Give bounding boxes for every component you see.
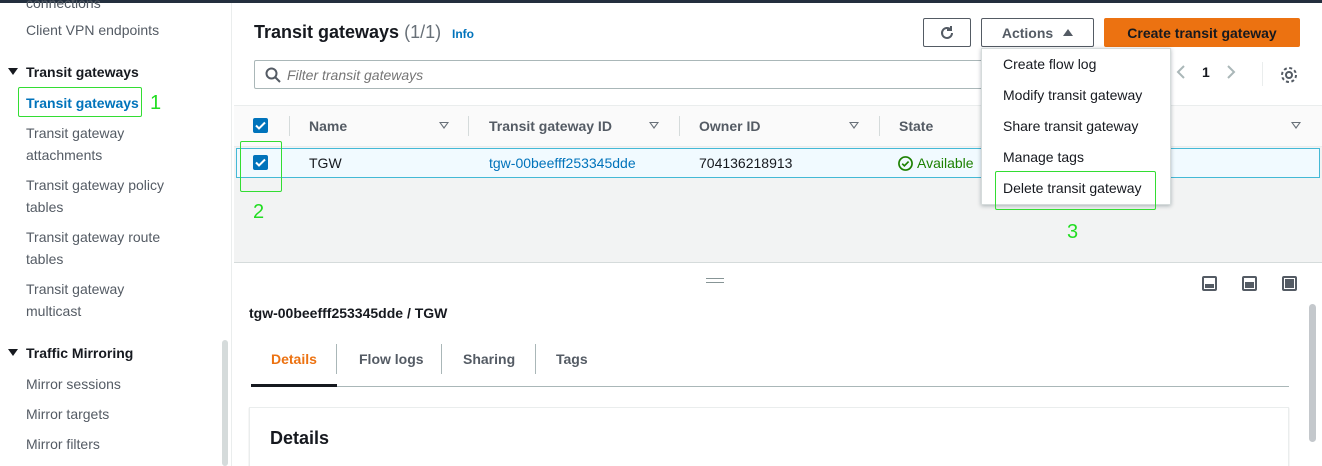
cell-state: Available: [898, 155, 974, 171]
sort-icon[interactable]: [439, 122, 449, 129]
page-number[interactable]: 1: [1202, 64, 1210, 80]
panel-bottom-icon[interactable]: [1202, 276, 1217, 291]
column-header-owner[interactable]: Owner ID: [699, 118, 760, 134]
actions-button[interactable]: Actions: [981, 18, 1094, 47]
create-transit-gateway-button[interactable]: Create transit gateway: [1104, 18, 1300, 47]
column-header-state[interactable]: State: [899, 118, 933, 134]
annotation-2: 2: [253, 201, 265, 223]
highlight-box-2: [240, 141, 282, 192]
chevron-right-icon[interactable]: [1226, 65, 1236, 79]
check-icon: [255, 121, 266, 130]
split-divider: [234, 262, 1322, 263]
actions-label: Actions: [1001, 24, 1054, 41]
filter-input[interactable]: [287, 66, 967, 84]
tab-sharing[interactable]: Sharing: [463, 351, 515, 367]
caret-up-icon: [1063, 29, 1074, 36]
tab-tags[interactable]: Tags: [556, 351, 588, 367]
sidebar-item-mirror-sessions[interactable]: Mirror sessions: [26, 373, 121, 395]
sidebar-item-label: Transit gateway policy: [26, 177, 164, 193]
collapse-triangle-icon: [8, 68, 18, 75]
sidebar-group-label: Transit gateways: [26, 64, 139, 80]
sidebar-item-connections[interactable]: connections: [26, 0, 101, 14]
page-title-text: Transit gateways: [254, 22, 400, 42]
state-label: Available: [917, 155, 974, 171]
search-icon: [265, 67, 281, 83]
sidebar-group-transit[interactable]: Transit gateways: [8, 62, 139, 82]
page-title: Transit gateways (1/1): [254, 22, 441, 43]
sidebar-group-label: Traffic Mirroring: [26, 345, 134, 361]
chevron-left-icon[interactable]: [1176, 65, 1186, 79]
sidebar-item-label: multicast: [26, 303, 82, 319]
cell-name: TGW: [309, 155, 342, 171]
resize-handle[interactable]: [706, 278, 724, 283]
check-circle-icon: [898, 155, 913, 171]
sidebar-item-tgw-policy-tables[interactable]: Transit gateway policy tables: [26, 174, 164, 218]
cell-gateway-id-link[interactable]: tgw-00beefff253345dde: [489, 155, 636, 171]
sort-icon[interactable]: [849, 122, 859, 129]
annotation-3: 3: [1067, 221, 1079, 243]
sidebar-item-label: Transit gateway route: [26, 229, 161, 245]
sidebar-item-label: attachments: [26, 147, 103, 163]
info-link[interactable]: Info: [452, 27, 474, 41]
tab-divider: [336, 344, 337, 374]
column-header-name[interactable]: Name: [309, 118, 347, 134]
menu-item-manage-tags[interactable]: Manage tags: [1003, 149, 1084, 165]
column-divider: [679, 116, 680, 136]
sidebar-item-tgw-multicast[interactable]: Transit gateway multicast: [26, 278, 124, 322]
menu-item-share-transit-gateway[interactable]: Share transit gateway: [1003, 118, 1138, 134]
sort-icon[interactable]: [649, 122, 659, 129]
column-divider: [879, 116, 880, 136]
sidebar-item-mirror-targets[interactable]: Mirror targets: [26, 403, 109, 425]
details-card-title: Details: [270, 428, 330, 448]
cell-owner-id: 704136218913: [699, 155, 793, 171]
detail-title: tgw-00beefff253345dde / TGW: [249, 305, 448, 321]
collapse-triangle-icon: [8, 349, 18, 356]
gear-icon[interactable]: [1280, 66, 1298, 84]
selection-count: (1/1): [404, 22, 442, 42]
tab-details[interactable]: Details: [271, 351, 317, 367]
panel-side-icon[interactable]: [1242, 276, 1257, 291]
tab-flow-logs[interactable]: Flow logs: [359, 351, 424, 367]
main-scrollbar[interactable]: [1309, 304, 1316, 442]
tab-divider: [441, 344, 442, 374]
menu-item-create-flow-log[interactable]: Create flow log: [1003, 56, 1096, 72]
sidebar-item-tgw-route-tables[interactable]: Transit gateway route tables: [26, 226, 160, 270]
sidebar-item-client-vpn[interactable]: Client VPN endpoints: [26, 19, 159, 41]
sidebar-item-label: Transit gateway: [26, 125, 125, 141]
column-divider: [468, 116, 469, 136]
sidebar-item-label: tables: [26, 199, 64, 215]
sidebar-item-tgw-attachments[interactable]: Transit gateway attachments: [26, 122, 124, 166]
select-all-checkbox[interactable]: [253, 118, 268, 133]
panel-full-icon[interactable]: [1282, 276, 1297, 291]
tabs-baseline: [251, 386, 1289, 387]
sort-icon[interactable]: [1291, 122, 1301, 129]
filter-box[interactable]: [254, 60, 984, 89]
pagination: 1: [1176, 64, 1236, 80]
active-tab-indicator: [251, 384, 337, 387]
sidebar-group-mirroring[interactable]: Traffic Mirroring: [8, 343, 133, 363]
refresh-icon: [941, 25, 953, 39]
pager-divider: [1262, 62, 1263, 86]
highlight-box-3: [995, 171, 1156, 210]
refresh-button[interactable]: [923, 18, 971, 47]
sidebar-item-label: Transit gateway: [26, 281, 125, 297]
column-header-id[interactable]: Transit gateway ID: [489, 118, 612, 134]
sidebar-item-label: tables: [26, 251, 64, 267]
highlight-box-1: [18, 87, 142, 117]
column-divider: [289, 116, 290, 136]
tab-divider: [535, 344, 536, 374]
sidebar-scrollbar[interactable]: [222, 340, 228, 466]
sidebar-item-mirror-filters[interactable]: Mirror filters: [26, 433, 100, 455]
details-card: [249, 407, 1289, 466]
annotation-1: 1: [150, 92, 162, 114]
menu-item-modify-transit-gateway[interactable]: Modify transit gateway: [1003, 87, 1142, 103]
